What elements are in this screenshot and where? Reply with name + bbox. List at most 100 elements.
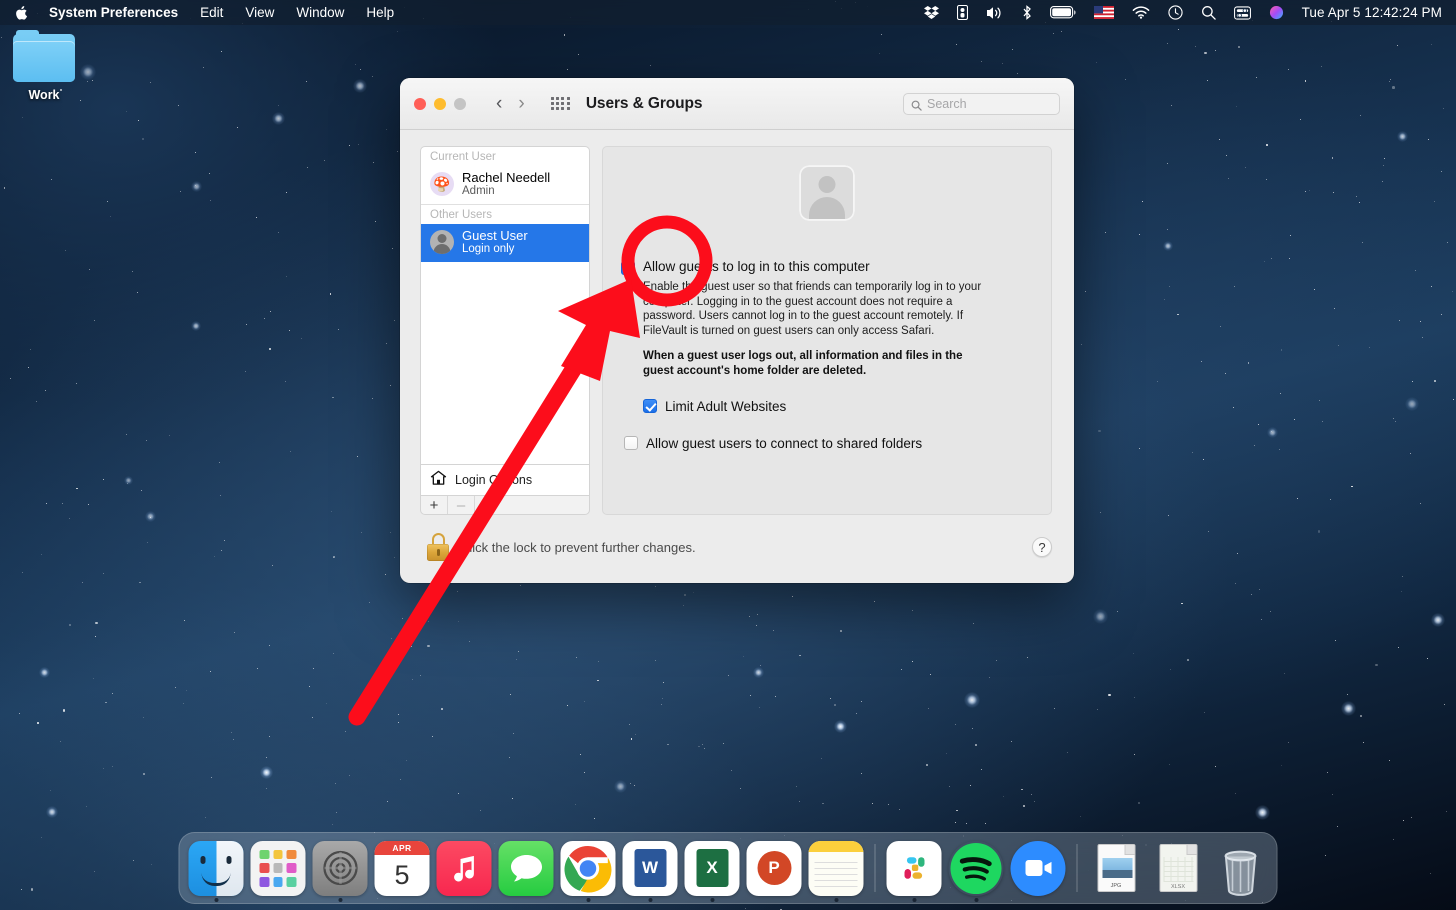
dock-item-microsoft-excel[interactable]: X — [685, 841, 740, 896]
running-indicator — [586, 898, 590, 902]
siri-icon[interactable] — [1260, 0, 1293, 25]
menu-item-window[interactable]: Window — [285, 0, 355, 25]
window-titlebar[interactable]: ‹ › Users & Groups Search — [400, 78, 1074, 130]
list-item-rachel-needell[interactable]: 🍄 Rachel Needell Admin — [421, 166, 589, 204]
search-icon — [911, 98, 922, 109]
bluetooth-icon[interactable] — [1013, 0, 1041, 25]
dock-item-microsoft-powerpoint[interactable]: P — [747, 841, 802, 896]
dock-item-spotify[interactable] — [949, 841, 1004, 896]
dock-item-microsoft-word[interactable]: W — [623, 841, 678, 896]
remove-user-button[interactable]: – — [448, 496, 475, 514]
shared-folders-row[interactable]: Allow guest users to connect to shared f… — [624, 436, 1033, 451]
minimize-button[interactable] — [434, 98, 446, 110]
allow-guests-checkbox[interactable] — [621, 261, 635, 275]
dock-item-finder[interactable] — [189, 841, 244, 896]
window-footer: Click the lock to prevent further change… — [400, 515, 1074, 579]
user-name: Rachel Needell — [462, 170, 550, 185]
window-controls — [414, 98, 466, 110]
guest-warning-text: When a guest user logs out, all informat… — [643, 349, 973, 378]
help-button[interactable]: ? — [1032, 537, 1052, 557]
add-user-button[interactable]: + — [421, 496, 448, 514]
page-title: Users & Groups — [586, 95, 703, 113]
shared-folders-checkbox[interactable] — [624, 436, 638, 450]
volume-icon[interactable] — [977, 0, 1013, 25]
limit-adult-websites-label: Limit Adult Websites — [665, 399, 786, 414]
search-icon[interactable] — [1192, 0, 1225, 25]
search-placeholder: Search — [927, 97, 967, 111]
close-button[interactable] — [414, 98, 426, 110]
allow-guests-checkbox-row[interactable]: Allow guests to log in to this computer — [621, 259, 1033, 275]
running-indicator — [912, 898, 916, 902]
guest-description-text: Enable the guest user so that friends ca… — [643, 280, 998, 338]
excel-letter: X — [696, 849, 728, 887]
guest-avatar — [430, 230, 454, 254]
running-indicator — [710, 898, 714, 902]
unlocked-padlock-icon[interactable] — [426, 533, 450, 561]
limit-adult-websites-checkbox[interactable] — [643, 399, 657, 413]
login-options-button[interactable]: Login Options — [420, 464, 590, 495]
allow-guests-label: Allow guests to log in to this computer — [643, 259, 870, 274]
dock-item-xlsx-file[interactable]: XLSX — [1151, 841, 1206, 896]
dock-item-launchpad[interactable] — [251, 841, 306, 896]
list-item-guest-user[interactable]: Guest User Login only — [421, 224, 589, 262]
dock-item-calendar[interactable]: APR 5 — [375, 841, 430, 896]
calendar-month: APR — [375, 841, 430, 855]
guest-user-avatar[interactable] — [799, 165, 855, 221]
calendar-day: 5 — [375, 855, 430, 896]
dock-divider — [875, 844, 876, 892]
menu-item-view[interactable]: View — [234, 0, 285, 25]
dock-divider — [1077, 844, 1078, 892]
menu-bar-left: System Preferences Edit View Window Help — [8, 0, 405, 25]
back-button[interactable]: ‹ — [490, 92, 508, 115]
menu-bar-clock[interactable]: Tue Apr 5 12:42:24 PM — [1293, 5, 1446, 20]
menu-bar: System Preferences Edit View Window Help — [0, 0, 1456, 25]
menu-bar-status-items: Tue Apr 5 12:42:24 PM — [915, 0, 1446, 25]
limit-adult-websites-row[interactable]: Limit Adult Websites — [643, 399, 1033, 414]
menu-item-edit[interactable]: Edit — [189, 0, 234, 25]
shared-folders-label: Allow guest users to connect to shared f… — [646, 436, 922, 451]
time-machine-icon[interactable] — [1159, 0, 1192, 25]
user-list-toolbar: + – — [420, 495, 590, 515]
dock-item-messages[interactable] — [499, 841, 554, 896]
wifi-icon[interactable] — [1123, 0, 1159, 25]
search-field[interactable]: Search — [903, 93, 1060, 115]
desktop-icon-work[interactable]: Work — [8, 34, 80, 102]
flag-us-icon[interactable] — [1085, 0, 1123, 25]
user-role: Admin — [462, 185, 550, 199]
running-indicator — [214, 898, 218, 902]
mushroom-avatar: 🍄 — [430, 172, 454, 196]
menu-item-system-preferences[interactable]: System Preferences — [38, 0, 189, 25]
dock-item-jpg-file[interactable]: JPG — [1089, 841, 1144, 896]
dropbox-icon[interactable] — [915, 0, 948, 25]
group-header-current-user: Current User — [421, 147, 589, 166]
zoom-button[interactable] — [454, 98, 466, 110]
dock-item-google-chrome[interactable] — [561, 841, 616, 896]
word-letter: W — [634, 849, 666, 887]
user-list[interactable]: Current User 🍄 Rachel Needell Admin Othe… — [420, 146, 590, 464]
menu-item-help[interactable]: Help — [355, 0, 405, 25]
forward-button[interactable]: › — [512, 92, 530, 115]
guest-user-settings-pane: Allow guests to log in to this computer … — [602, 146, 1052, 515]
file-extension-label: JPG — [1098, 883, 1134, 889]
users-and-groups-window: ‹ › Users & Groups Search Current User 🍄… — [400, 78, 1074, 583]
battery-icon[interactable] — [1041, 0, 1085, 25]
all-preferences-grid-icon[interactable] — [551, 97, 570, 111]
control-center-icon[interactable] — [1225, 0, 1260, 25]
window-content: Current User 🍄 Rachel Needell Admin Othe… — [400, 130, 1074, 515]
apple-menu-icon[interactable] — [8, 5, 38, 21]
dock-item-notes[interactable] — [809, 841, 864, 896]
user-name: Guest User — [462, 228, 528, 243]
running-indicator — [338, 898, 342, 902]
lock-hint-text: Click the lock to prevent further change… — [460, 540, 696, 555]
dock-item-system-preferences[interactable] — [313, 841, 368, 896]
dock-item-music[interactable] — [437, 841, 492, 896]
dock-item-trash[interactable] — [1213, 841, 1268, 896]
dock-item-zoom[interactable] — [1011, 841, 1066, 896]
user-role: Login only — [462, 243, 528, 257]
running-indicator — [648, 898, 652, 902]
file-extension-label: XLSX — [1160, 884, 1196, 890]
running-indicator — [974, 898, 978, 902]
hard-drive-icon[interactable] — [948, 0, 977, 25]
dock-item-slack[interactable] — [887, 841, 942, 896]
group-header-other-users: Other Users — [421, 205, 589, 224]
